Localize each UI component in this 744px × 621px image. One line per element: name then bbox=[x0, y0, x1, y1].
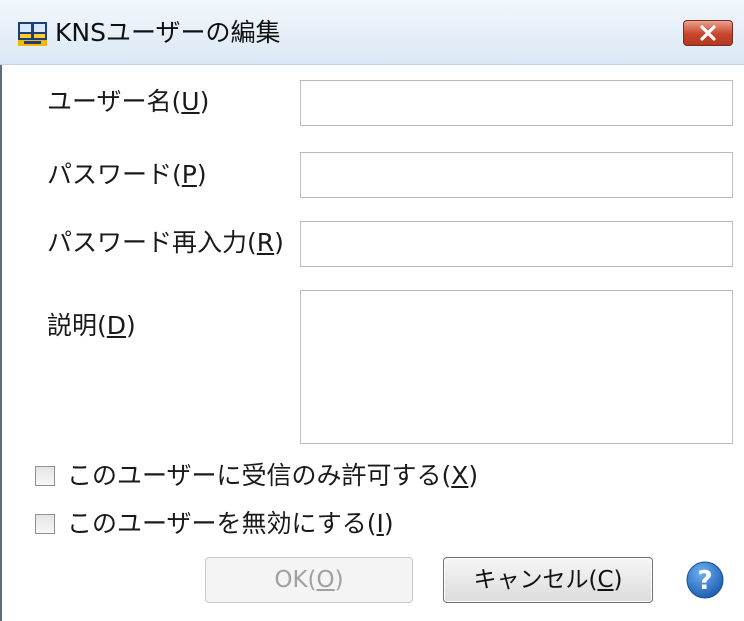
edit-user-dialog: KNSユーザーの編集 ユーザー名(U) パスワード(P) パスワード再入力(R)… bbox=[0, 0, 744, 621]
app-icon bbox=[18, 22, 47, 46]
help-icon[interactable]: ? bbox=[686, 561, 724, 599]
username-label: ユーザー名(U) bbox=[47, 87, 210, 116]
window-title: KNSユーザーの編集 bbox=[55, 18, 281, 47]
receive-only-label[interactable]: このユーザーに受信のみ許可する(X) bbox=[67, 460, 478, 492]
close-icon bbox=[700, 25, 716, 41]
password-confirm-label: パスワード再入力(R) bbox=[47, 228, 284, 257]
svg-text:?: ? bbox=[697, 566, 712, 596]
password-input[interactable] bbox=[300, 152, 733, 198]
receive-only-checkbox[interactable] bbox=[35, 466, 55, 486]
title-bar: KNSユーザーの編集 bbox=[0, 0, 744, 65]
ok-button[interactable]: OK(O) bbox=[205, 557, 413, 603]
disable-user-label[interactable]: このユーザーを無効にする(I) bbox=[67, 508, 394, 540]
password-confirm-input[interactable] bbox=[300, 221, 733, 267]
description-textarea[interactable] bbox=[300, 290, 733, 444]
username-input[interactable] bbox=[300, 80, 733, 126]
disable-user-checkbox[interactable] bbox=[35, 514, 55, 534]
close-button[interactable] bbox=[683, 20, 733, 46]
password-label: パスワード(P) bbox=[47, 160, 207, 189]
description-label: 説明(D) bbox=[47, 311, 136, 340]
cancel-button[interactable]: キャンセル(C) bbox=[443, 557, 653, 603]
